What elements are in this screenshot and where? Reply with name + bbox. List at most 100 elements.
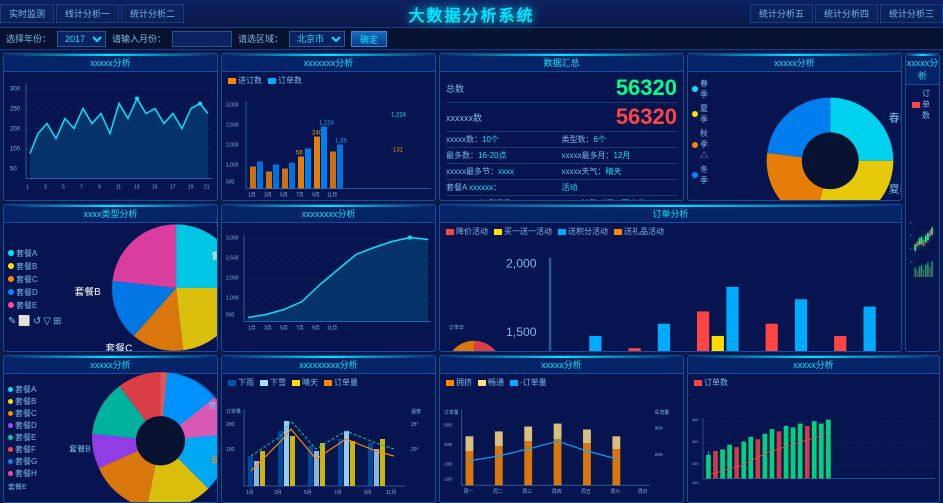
tool-icon-5[interactable]: ⊞ (53, 316, 61, 327)
lp-dot-c (8, 411, 13, 416)
dot-a (8, 250, 14, 256)
legend-order2: 订单量 (324, 377, 358, 388)
svg-text:5: 5 (62, 185, 65, 191)
svg-text:周六: 周六 (610, 488, 620, 495)
panel-candlestick: xxxxx分析 订单数 400 300 200 100 (905, 53, 940, 352)
year-label: 选择年份： (6, 32, 51, 45)
svg-text:300: 300 (10, 87, 21, 93)
panel-content-2: 进订数 订单数 3,000 2,500 2,000 1,000 500 (222, 72, 435, 200)
svg-text:200: 200 (910, 248, 912, 250)
lp-c: 套餐C (8, 408, 58, 419)
panel-title-7: 订单分析 (440, 205, 901, 223)
sub-value: 56320 (616, 104, 677, 130)
nav-tab-stat4[interactable]: 统计分析四 (815, 4, 878, 23)
meal-c-label: 套餐C (16, 274, 38, 285)
svg-text:11: 11 (116, 185, 121, 191)
tool-icon-4[interactable]: ▽ (43, 316, 51, 327)
svg-text:250: 250 (10, 107, 21, 113)
legend-order3: -订单量 (510, 377, 547, 388)
winter-legend: 冬季 (692, 164, 708, 186)
legend-label-order: 进订数 (238, 75, 262, 86)
svg-text:400: 400 (444, 442, 452, 448)
svg-text:400: 400 (910, 223, 912, 225)
orders-last-color (694, 380, 702, 386)
panel-content-5: 套餐A 套餐B 套餐C 套餐D 套餐E ✎ ⬜ ↺ ▽ ⊞ 套餐A (4, 223, 217, 351)
sunny-label: 晴天 (302, 377, 318, 388)
order-legend: 降价活动 买一送一活动 送积分活动 送礼品活动 (444, 225, 897, 238)
s-bar (554, 424, 562, 440)
svg-text:9月: 9月 (364, 490, 372, 496)
legend-hold: 拥挤 (446, 377, 472, 388)
nav-tab-realtime[interactable]: 实时监测 (0, 4, 54, 23)
svg-text:9: 9 (98, 185, 101, 191)
svg-text:车流量: 车流量 (655, 409, 670, 416)
svg-text:周四: 周四 (552, 489, 562, 495)
svg-text:1: 1 (26, 185, 29, 191)
svg-text:套餐B: 套餐B (69, 444, 91, 454)
panel-title-10: xxxxx分析 (440, 356, 683, 374)
order3-color (510, 380, 518, 386)
large-pie-svg: 套餐A 套餐H 套餐C 套餐B (58, 356, 218, 503)
svg-text:200: 200 (655, 452, 663, 458)
nav-tab-stat3[interactable]: 统计分析三 (880, 4, 943, 23)
panel-bar-chart: xxxxxxx分析 进订数 订单数 3,000 2,500 2,000 1,00… (221, 53, 436, 201)
vol-bar (931, 261, 933, 277)
region-label: 请选区域： (238, 32, 283, 45)
nav-tab-stat2[interactable]: 统计分析二 (121, 4, 184, 23)
lp-e2: 套餐E (8, 482, 58, 492)
legend-buyget: 买一送一活动 (494, 226, 552, 237)
svg-text:20°: 20° (411, 447, 419, 453)
order-pie-svg: 订单日 订单二 (444, 238, 504, 352)
lp-dot-b (8, 399, 13, 404)
tool-icon-2[interactable]: ⬜ (18, 316, 30, 327)
s-label: xxxxxx：交通畅通 (446, 198, 562, 201)
meal-a: 套餐A (8, 248, 63, 259)
page-title: 大数据分析系统 (408, 2, 534, 26)
svg-text:订单量: 订单量 (226, 408, 241, 415)
svg-text:套餐A: 套餐A (216, 217, 218, 230)
svg-text:500: 500 (226, 180, 235, 186)
legend-color-single (268, 78, 276, 84)
svg-text:19: 19 (188, 185, 194, 191)
dot-b (8, 263, 14, 269)
month-input[interactable] (172, 31, 232, 47)
svg-text:100: 100 (692, 480, 699, 485)
svg-text:5月: 5月 (280, 326, 288, 332)
svg-text:-131: -131 (391, 148, 404, 154)
legend-points: 送积分活动 (558, 226, 608, 237)
svg-text:200: 200 (226, 422, 235, 428)
panel-title-candle: xxxxx分析 (906, 54, 939, 85)
vol-bar (921, 265, 923, 277)
panel-content-7: 降价活动 买一送一活动 送积分活动 送礼品活动 (440, 223, 901, 351)
autumn-legend: 秋季△ (692, 128, 708, 161)
panel-line-chart: xxxxx分析 300 250 200 100 50 (3, 53, 218, 201)
tool-icon-1[interactable]: ✎ (8, 316, 16, 327)
tool-icon-3[interactable]: ↺ (33, 316, 41, 327)
region-select[interactable]: 北京市上海市广州市 (289, 31, 345, 47)
sunny-color (292, 380, 300, 386)
year-select[interactable]: 201720182016 (57, 31, 106, 47)
order-bar (628, 348, 640, 352)
bar-rect (282, 169, 288, 189)
s-label: xxxxx特殊时间：国庆节 (562, 198, 678, 201)
order-bar (589, 336, 601, 352)
svg-text:套餐A: 套餐A (211, 249, 218, 262)
svg-text:400: 400 (692, 417, 699, 422)
nav-tab-line1[interactable]: 线计分析一 (56, 4, 119, 23)
winter-label: 冬季 (700, 164, 708, 186)
legend-snow: 下雪 (260, 377, 286, 388)
s-bar (466, 451, 474, 485)
nav-tab-stat5[interactable]: 统计分析五 (750, 4, 813, 23)
line-chart-svg: 300 250 200 100 50 (8, 74, 213, 198)
order3-label: -订单量 (520, 377, 547, 388)
total-label: 总数 (446, 82, 464, 95)
svg-text:3,000: 3,000 (226, 103, 239, 109)
lp-d: 套餐D (8, 420, 58, 431)
order-bar (766, 324, 778, 352)
confirm-button[interactable]: 确定 (351, 31, 387, 47)
bar-legend: 进订数 订单数 (226, 74, 431, 87)
meal-a-label: 套餐A (16, 248, 37, 259)
lp-label-a: 套餐A (15, 384, 36, 395)
summary-row-4: 套餐A xxxxxx： 活动 (446, 180, 677, 196)
stacked-legend: 拥挤 畅通 -订单量 (444, 376, 679, 389)
